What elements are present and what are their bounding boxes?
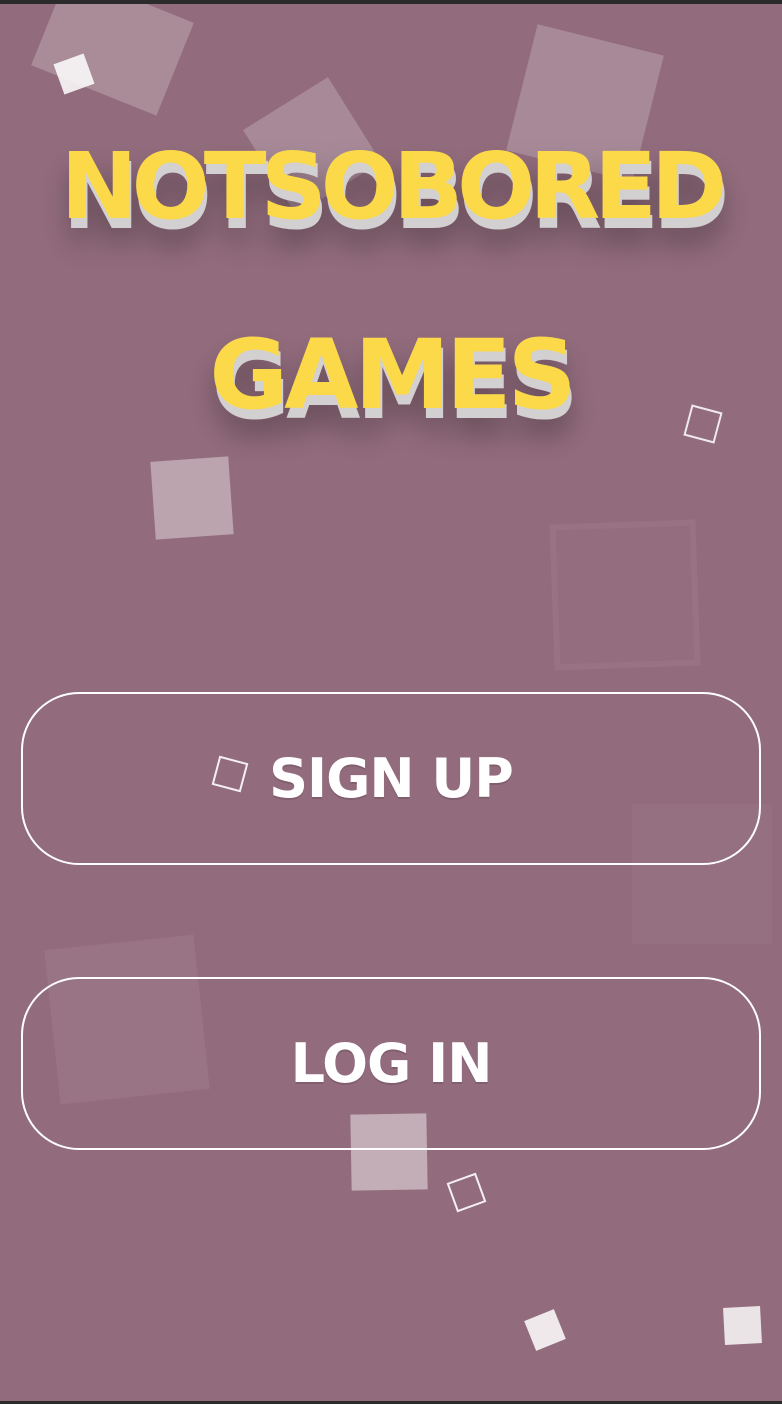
deco-square: [31, 4, 194, 116]
sign-up-button[interactable]: SIGN UP: [21, 692, 761, 865]
deco-square: [150, 456, 234, 540]
deco-square: [524, 1309, 566, 1351]
deco-square: [446, 1172, 487, 1213]
svg-text:GAMES: GAMES: [209, 319, 572, 431]
log-in-label: LOG IN: [290, 1032, 493, 1095]
deco-square: [723, 1306, 762, 1345]
welcome-screen: NOTSOBORED NOTSOBORED GAMES GAMES SIGN U…: [0, 4, 782, 1401]
sign-up-label: SIGN UP: [269, 747, 514, 810]
app-logo-line1: NOTSOBORED NOTSOBORED: [61, 133, 731, 250]
app-logo-line2: GAMES GAMES: [209, 319, 578, 441]
svg-text:NOTSOBORED: NOTSOBORED: [61, 133, 723, 240]
deco-square: [549, 519, 701, 671]
log-in-button[interactable]: LOG IN: [21, 977, 761, 1150]
